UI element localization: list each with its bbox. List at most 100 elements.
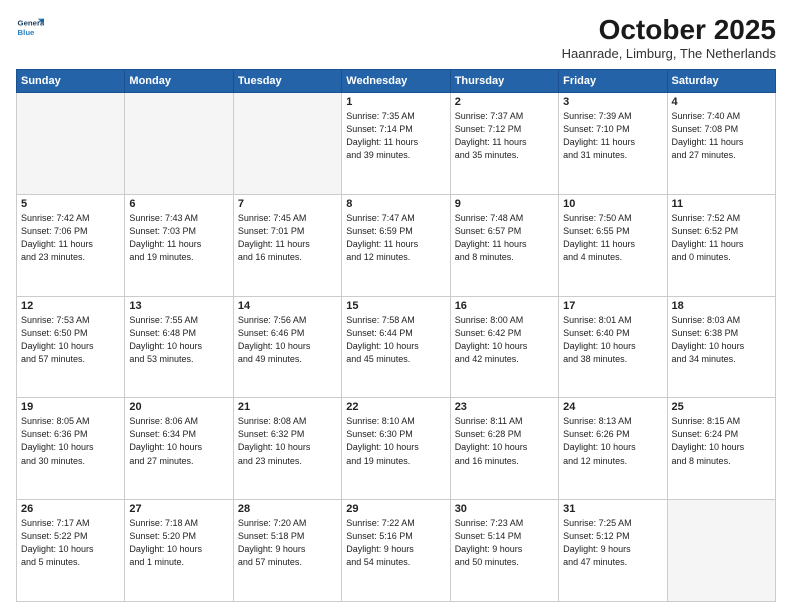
day-number: 2 [455, 96, 554, 108]
day-number: 9 [455, 198, 554, 210]
day-info: Sunrise: 7:42 AM Sunset: 7:06 PM Dayligh… [21, 212, 120, 264]
day-info: Sunrise: 7:23 AM Sunset: 5:14 PM Dayligh… [455, 517, 554, 569]
day-info: Sunrise: 7:20 AM Sunset: 5:18 PM Dayligh… [238, 517, 337, 569]
day-info: Sunrise: 8:08 AM Sunset: 6:32 PM Dayligh… [238, 415, 337, 467]
calendar-cell: 27Sunrise: 7:18 AM Sunset: 5:20 PM Dayli… [125, 500, 233, 602]
calendar-cell: 17 Sunrise: 8:01 AM Sunset: 6:40 PM Dayli… [559, 296, 667, 398]
week-row-1: 1Sunrise: 7:35 AM Sunset: 7:14 PM Daylig… [17, 93, 776, 195]
day-number: 7 [238, 198, 337, 210]
calendar-cell: 15Sunrise: 7:58 AM Sunset: 6:44 PM Dayli… [342, 296, 450, 398]
week-row-2: 5 Sunrise: 7:42 AM Sunset: 7:06 PM Daylig… [17, 194, 776, 296]
day-info: Sunrise: 7:22 AM Sunset: 5:16 PM Dayligh… [346, 517, 445, 569]
calendar-cell: 13 Sunrise: 7:55 AM Sunset: 6:48 PM Dayli… [125, 296, 233, 398]
day-info: Sunrise: 7:50 AM Sunset: 6:55 PM Dayligh… [563, 212, 662, 264]
day-number: 17 [563, 300, 662, 312]
day-info: Sunrise: 7:58 AM Sunset: 6:44 PM Dayligh… [346, 314, 445, 366]
day-info: Sunrise: 7:18 AM Sunset: 5:20 PM Dayligh… [129, 517, 228, 569]
day-info: Sunrise: 8:10 AM Sunset: 6:30 PM Dayligh… [346, 415, 445, 467]
calendar-cell: 4 Sunrise: 7:40 AM Sunset: 7:08 PM Daylig… [667, 93, 775, 195]
month-title: October 2025 [562, 14, 776, 46]
day-number: 23 [455, 401, 554, 413]
calendar-cell [125, 93, 233, 195]
calendar-cell: 29Sunrise: 7:22 AM Sunset: 5:16 PM Dayli… [342, 500, 450, 602]
day-info: Sunrise: 8:11 AM Sunset: 6:28 PM Dayligh… [455, 415, 554, 467]
page: General Blue General Blue October 2025 H… [0, 0, 792, 612]
day-number: 19 [21, 401, 120, 413]
calendar-cell: 22 Sunrise: 8:10 AM Sunset: 6:30 PM Dayli… [342, 398, 450, 500]
week-row-5: 26 Sunrise: 7:17 AM Sunset: 5:22 PM Dayli… [17, 500, 776, 602]
day-number: 14 [238, 300, 337, 312]
weekday-thursday: Thursday [450, 70, 558, 93]
week-row-4: 19 Sunrise: 8:05 AM Sunset: 6:36 PM Dayli… [17, 398, 776, 500]
day-info: Sunrise: 7:25 AM Sunset: 5:12 PM Dayligh… [563, 517, 662, 569]
day-info: Sunrise: 7:17 AM Sunset: 5:22 PM Dayligh… [21, 517, 120, 569]
day-info: Sunrise: 7:48 AM Sunset: 6:57 PM Dayligh… [455, 212, 554, 264]
calendar-cell: 3Sunrise: 7:39 AM Sunset: 7:10 PM Daylig… [559, 93, 667, 195]
calendar-cell [17, 93, 125, 195]
calendar-cell [233, 93, 341, 195]
calendar-cell: 31 Sunrise: 7:25 AM Sunset: 5:12 PM Dayli… [559, 500, 667, 602]
calendar-cell: 28 Sunrise: 7:20 AM Sunset: 5:18 PM Dayli… [233, 500, 341, 602]
day-info: Sunrise: 8:03 AM Sunset: 6:38 PM Dayligh… [672, 314, 771, 366]
svg-text:Blue: Blue [18, 28, 36, 37]
day-info: Sunrise: 8:15 AM Sunset: 6:24 PM Dayligh… [672, 415, 771, 467]
calendar-cell: 14Sunrise: 7:56 AM Sunset: 6:46 PM Dayli… [233, 296, 341, 398]
weekday-saturday: Saturday [667, 70, 775, 93]
day-number: 31 [563, 503, 662, 515]
day-info: Sunrise: 7:55 AM Sunset: 6:48 PM Dayligh… [129, 314, 228, 366]
calendar-cell: 26 Sunrise: 7:17 AM Sunset: 5:22 PM Dayli… [17, 500, 125, 602]
day-number: 4 [672, 96, 771, 108]
day-number: 24 [563, 401, 662, 413]
weekday-header-row: SundayMondayTuesdayWednesdayThursdayFrid… [17, 70, 776, 93]
calendar-cell: 11Sunrise: 7:52 AM Sunset: 6:52 PM Dayli… [667, 194, 775, 296]
day-number: 18 [672, 300, 771, 312]
calendar-cell: 1Sunrise: 7:35 AM Sunset: 7:14 PM Daylig… [342, 93, 450, 195]
day-number: 13 [129, 300, 228, 312]
day-number: 10 [563, 198, 662, 210]
day-number: 20 [129, 401, 228, 413]
day-number: 21 [238, 401, 337, 413]
calendar-cell: 9 Sunrise: 7:48 AM Sunset: 6:57 PM Daylig… [450, 194, 558, 296]
calendar-cell: 24Sunrise: 8:13 AM Sunset: 6:26 PM Dayli… [559, 398, 667, 500]
day-info: Sunrise: 7:45 AM Sunset: 7:01 PM Dayligh… [238, 212, 337, 264]
day-info: Sunrise: 8:01 AM Sunset: 6:40 PM Dayligh… [563, 314, 662, 366]
week-row-3: 12Sunrise: 7:53 AM Sunset: 6:50 PM Dayli… [17, 296, 776, 398]
day-number: 28 [238, 503, 337, 515]
calendar-cell: 30 Sunrise: 7:23 AM Sunset: 5:14 PM Dayli… [450, 500, 558, 602]
day-number: 16 [455, 300, 554, 312]
day-number: 3 [563, 96, 662, 108]
title-block: October 2025 Haanrade, Limburg, The Neth… [562, 14, 776, 61]
day-info: Sunrise: 7:53 AM Sunset: 6:50 PM Dayligh… [21, 314, 120, 366]
location: Haanrade, Limburg, The Netherlands [562, 46, 776, 61]
calendar-cell: 5 Sunrise: 7:42 AM Sunset: 7:06 PM Daylig… [17, 194, 125, 296]
calendar-cell: 18 Sunrise: 8:03 AM Sunset: 6:38 PM Dayli… [667, 296, 775, 398]
day-info: Sunrise: 8:05 AM Sunset: 6:36 PM Dayligh… [21, 415, 120, 467]
day-number: 5 [21, 198, 120, 210]
calendar-cell [667, 500, 775, 602]
calendar-cell: 7 Sunrise: 7:45 AM Sunset: 7:01 PM Daylig… [233, 194, 341, 296]
header: General Blue General Blue October 2025 H… [16, 14, 776, 61]
day-number: 26 [21, 503, 120, 515]
day-number: 30 [455, 503, 554, 515]
calendar-cell: 16 Sunrise: 8:00 AM Sunset: 6:42 PM Dayli… [450, 296, 558, 398]
calendar-cell: 8Sunrise: 7:47 AM Sunset: 6:59 PM Daylig… [342, 194, 450, 296]
weekday-friday: Friday [559, 70, 667, 93]
calendar-cell: 12Sunrise: 7:53 AM Sunset: 6:50 PM Dayli… [17, 296, 125, 398]
logo: General Blue General Blue [16, 14, 44, 42]
calendar-cell: 21 Sunrise: 8:08 AM Sunset: 6:32 PM Dayli… [233, 398, 341, 500]
calendar-cell: 23 Sunrise: 8:11 AM Sunset: 6:28 PM Dayli… [450, 398, 558, 500]
logo-icon: General Blue [16, 14, 44, 42]
day-info: Sunrise: 7:52 AM Sunset: 6:52 PM Dayligh… [672, 212, 771, 264]
day-number: 25 [672, 401, 771, 413]
calendar-cell: 20Sunrise: 8:06 AM Sunset: 6:34 PM Dayli… [125, 398, 233, 500]
day-info: Sunrise: 7:37 AM Sunset: 7:12 PM Dayligh… [455, 110, 554, 162]
calendar-cell: 19 Sunrise: 8:05 AM Sunset: 6:36 PM Dayli… [17, 398, 125, 500]
calendar-cell: 25 Sunrise: 8:15 AM Sunset: 6:24 PM Dayli… [667, 398, 775, 500]
day-info: Sunrise: 7:40 AM Sunset: 7:08 PM Dayligh… [672, 110, 771, 162]
day-number: 22 [346, 401, 445, 413]
day-info: Sunrise: 7:35 AM Sunset: 7:14 PM Dayligh… [346, 110, 445, 162]
day-info: Sunrise: 8:00 AM Sunset: 6:42 PM Dayligh… [455, 314, 554, 366]
day-info: Sunrise: 7:43 AM Sunset: 7:03 PM Dayligh… [129, 212, 228, 264]
weekday-tuesday: Tuesday [233, 70, 341, 93]
day-number: 8 [346, 198, 445, 210]
